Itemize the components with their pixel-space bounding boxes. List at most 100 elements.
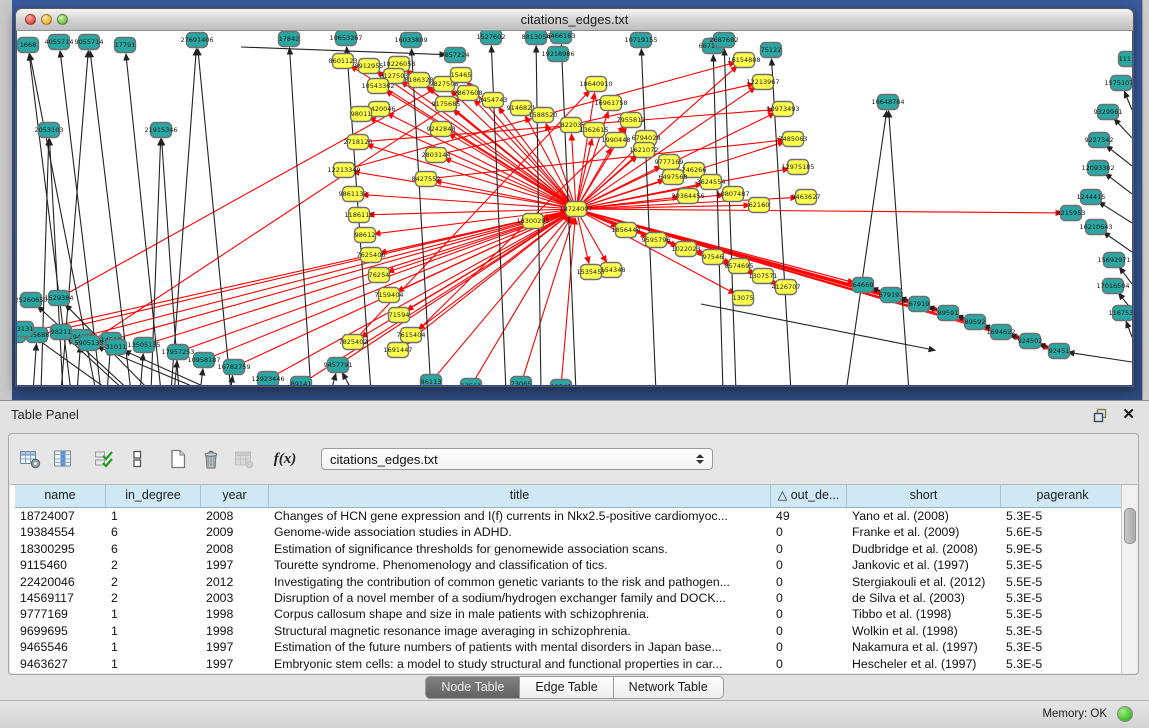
graph-node[interactable]: 1307571 — [749, 269, 778, 284]
table-row[interactable]: 977716911998Corpus callosum shape and si… — [15, 606, 1137, 622]
import-table-button[interactable] — [229, 444, 259, 474]
table-row[interactable]: 946362711997Embryonic stem cells: a mode… — [15, 656, 1137, 672]
graph-node[interactable]: 2803144 — [422, 148, 451, 163]
function-builder-button[interactable]: f(x) — [270, 444, 300, 474]
graph-node[interactable]: 16154808 — [727, 53, 760, 68]
graph-node[interactable]: 98612 — [355, 228, 376, 243]
graph-node[interactable]: 16033809 — [394, 33, 427, 48]
graph-node[interactable]: 21915346 — [144, 123, 177, 138]
graph-node[interactable]: 17791 — [115, 38, 136, 53]
graph-node[interactable]: 1244415 — [1077, 190, 1106, 205]
graph-node[interactable]: 1990448 — [602, 133, 631, 148]
table-row[interactable]: 1456911722003Disruption of a novel membe… — [15, 590, 1137, 606]
table-select-dropdown[interactable]: citations_edges.txt — [321, 448, 713, 470]
column-header-short[interactable]: short — [847, 485, 1001, 507]
graph-node[interactable]: 1022023 — [672, 242, 701, 257]
graph-node[interactable]: 9777169 — [655, 155, 684, 170]
tab-edge-table[interactable]: Edge Table — [520, 676, 613, 699]
graph-node[interactable]: 19218986 — [541, 47, 574, 62]
graph-node[interactable]: 75122 — [761, 43, 782, 58]
graph-node[interactable]: 15751074 — [1104, 76, 1132, 91]
delete-table-button[interactable] — [196, 444, 226, 474]
graph-node[interactable]: 62160 — [749, 198, 770, 213]
graph-node[interactable]: 8601123 — [329, 54, 358, 69]
graph-node[interactable]: 25260650 — [17, 293, 48, 308]
close-panel-icon[interactable]: ✕ — [1122, 405, 1135, 423]
graph-node[interactable]: 17016504 — [1096, 279, 1129, 294]
graph-node[interactable]: 3624554 — [697, 175, 726, 190]
graph-node[interactable]: 924502 — [1018, 334, 1043, 349]
graph-node[interactable]: 92451 — [1049, 344, 1070, 359]
graph-node[interactable]: 1529384 — [45, 291, 74, 306]
graph-node[interactable]: 1856444 — [612, 223, 641, 238]
graph-node[interactable]: 27691406 — [180, 33, 213, 48]
graph-node[interactable]: 15465 — [451, 68, 472, 83]
graph-node[interactable]: 6466163 — [547, 31, 576, 44]
graph-node[interactable]: 17842 — [279, 32, 300, 47]
column-header-year[interactable]: year — [201, 485, 269, 507]
column-header-pagerank[interactable]: pagerank — [1001, 485, 1125, 507]
graph-node[interactable]: 82203 — [561, 118, 582, 133]
scrollbar-thumb[interactable] — [1124, 508, 1136, 544]
column-header-name[interactable]: name — [15, 485, 106, 507]
graph-node[interactable]: 10807487 — [716, 187, 749, 202]
graph-node[interactable]: 8813054 — [522, 31, 551, 45]
graph-node[interactable]: 1186113 — [345, 208, 374, 223]
graph-node[interactable]: 7159404 — [375, 288, 404, 303]
graph-node[interactable]: 98211 — [51, 325, 72, 340]
graph-node[interactable]: 7625406 — [357, 248, 386, 263]
tab-network-table[interactable]: Network Table — [614, 676, 724, 699]
table-row[interactable]: 1830029562008Estimation of significance … — [15, 541, 1137, 557]
graph-node[interactable]: 91543 — [551, 380, 572, 386]
graph-node[interactable]: 13075 — [733, 291, 754, 306]
graph-node[interactable]: 5905135 — [75, 336, 104, 351]
row-height-button[interactable] — [122, 444, 152, 474]
graph-node[interactable]: 7615404 — [397, 328, 426, 343]
graph-node[interactable]: 16648784 — [871, 95, 904, 110]
create-table-button[interactable] — [163, 444, 193, 474]
graph-node[interactable]: 73065 — [511, 377, 532, 386]
table-row[interactable]: 1938455462009Genome-wide association stu… — [15, 524, 1137, 540]
graph-node[interactable]: 9595796 — [642, 233, 671, 248]
graph-node[interactable]: 16961758 — [594, 96, 627, 111]
graph-node[interactable]: 12093382 — [1081, 161, 1114, 176]
table-row[interactable]: 1872400712008Changes of HCN gene express… — [15, 508, 1137, 524]
graph-node[interactable]: 64669 — [853, 278, 874, 293]
graph-node[interactable]: 89592 — [965, 315, 986, 330]
graph-node[interactable]: 15692971 — [1097, 253, 1130, 268]
graph-node[interactable]: 9861133 — [339, 187, 368, 202]
graph-node[interactable]: 2687682 — [710, 33, 739, 48]
graph-node[interactable]: 89141 — [291, 377, 312, 386]
column-header-title[interactable]: title — [269, 485, 771, 507]
column-header-in_degree[interactable]: in_degree — [106, 485, 201, 507]
table-row[interactable]: 911546021997Tourette syndrome. Phenomeno… — [15, 557, 1137, 573]
table-row[interactable]: 969969511998Structural magnetic resonanc… — [15, 623, 1137, 639]
graph-node[interactable]: 20364456 — [671, 189, 704, 204]
graph-node[interactable]: 9175685 — [432, 97, 461, 112]
graph-node[interactable]: 7857224 — [441, 48, 470, 63]
graph-node[interactable]: 8454743 — [479, 93, 508, 108]
column-header-out_degree[interactable]: △ out_de... — [771, 485, 847, 507]
graph-node[interactable]: 7955812 — [617, 113, 646, 128]
graph-node[interactable]: 13561 — [461, 379, 482, 386]
graph-node[interactable]: 7485063 — [779, 132, 808, 147]
graph-node[interactable]: 9457791 — [324, 358, 353, 373]
graph-node[interactable]: 67919 — [909, 297, 930, 312]
graph-node[interactable]: 2718120 — [344, 135, 373, 150]
graph-node[interactable]: 16210643 — [1079, 220, 1112, 235]
graph-node[interactable]: 11112 — [1119, 52, 1133, 67]
select-columns-button[interactable] — [89, 444, 119, 474]
table-options-button[interactable] — [15, 444, 45, 474]
graph-node[interactable]: 1621072 — [630, 143, 659, 158]
graph-node[interactable]: 71594 — [389, 308, 410, 323]
graph-node[interactable]: 76254 — [369, 268, 390, 283]
graph-node[interactable]: 6497568 — [659, 170, 688, 185]
graph-node[interactable]: 679197 — [879, 288, 904, 303]
vertical-scrollbar[interactable] — [1121, 485, 1137, 673]
graph-node[interactable]: 86113 — [421, 375, 442, 386]
graph-node[interactable]: 18640910 — [579, 77, 612, 92]
graph-node[interactable]: 1694622 — [987, 325, 1016, 340]
graph-node[interactable]: 97546 — [703, 250, 724, 265]
graph-node[interactable]: 1167534 — [1109, 306, 1132, 321]
graph-node[interactable]: 12975185 — [781, 160, 814, 175]
